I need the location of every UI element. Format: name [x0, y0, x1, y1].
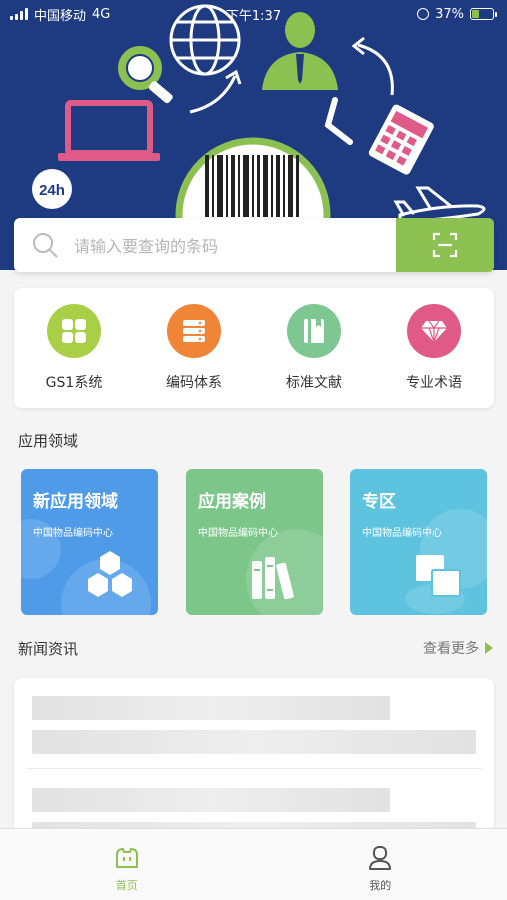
bottom-tab-bar: 首页 我的	[0, 828, 507, 900]
orientation-lock-icon	[417, 8, 430, 20]
signal-icon	[10, 8, 28, 20]
category-standard-docs[interactable]: 标准文献	[264, 304, 364, 392]
category-coding-system[interactable]: 编码体系	[144, 304, 244, 392]
category-label: 标准文献	[286, 375, 342, 391]
tile-subtitle: 中国物品编码中心	[362, 528, 442, 539]
tile-subtitle: 中国物品编码中心	[33, 528, 113, 539]
laptop-icon	[58, 100, 160, 161]
category-menu: GS1系统 编码体系 标准文献 专业术语	[14, 288, 494, 408]
skeleton-line	[32, 788, 390, 812]
book-icon	[287, 304, 341, 358]
tab-home[interactable]: 首页	[0, 829, 254, 900]
view-more-label: 查看更多	[423, 641, 479, 657]
network-label: 4G	[92, 6, 111, 22]
svg-text:24h: 24h	[39, 182, 65, 199]
status-time: 下午1:37	[225, 8, 282, 24]
carrier-label: 中国移动	[34, 8, 87, 24]
grid-icon	[47, 304, 101, 358]
calculator-icon	[368, 104, 434, 175]
tile-application-cases[interactable]: 应用案例 中国物品编码中心	[186, 469, 323, 615]
magnifier-icon	[118, 46, 173, 104]
view-more-link[interactable]: 查看更多	[423, 638, 493, 658]
overlap-squares-icon	[416, 555, 461, 597]
tile-title: 新应用领域	[33, 492, 118, 512]
search-input[interactable]: 请输入要查询的条码	[74, 233, 396, 257]
app-section-title: 应用领域	[18, 432, 79, 450]
user-icon	[369, 846, 392, 870]
battery-icon	[470, 8, 497, 20]
skeleton-line	[32, 696, 390, 720]
tab-label: 首页	[115, 879, 138, 892]
badge-24h-icon: 24h	[32, 169, 72, 209]
search-icon	[33, 233, 58, 258]
books-icon	[252, 557, 294, 600]
battery-percent: 37%	[435, 6, 464, 22]
tile-new-application[interactable]: 新应用领域 中国物品编码中心	[21, 469, 158, 615]
home-icon	[115, 848, 138, 868]
arrow-right-icon	[485, 642, 493, 654]
barcode-search-bar[interactable]: 请输入要查询的条码	[14, 218, 494, 272]
tab-label: 我的	[369, 879, 392, 892]
news-list-placeholder	[14, 678, 494, 838]
tile-subtitle: 中国物品编码中心	[198, 528, 278, 539]
tab-profile[interactable]: 我的	[254, 829, 507, 900]
airplane-icon	[393, 186, 486, 224]
category-label: 专业术语	[406, 375, 462, 391]
news-section-title: 新闻资讯	[18, 640, 79, 658]
category-label: 编码体系	[166, 375, 222, 391]
category-gs1-system[interactable]: GS1系统	[24, 304, 124, 392]
arrow-icon	[189, 75, 237, 114]
scan-button[interactable]	[396, 218, 494, 272]
status-bar: 中国移动 4G 下午1:37 37%	[0, 0, 507, 28]
stack-icon	[167, 304, 221, 358]
divider	[26, 768, 482, 769]
category-terminology[interactable]: 专业术语	[384, 304, 484, 392]
tile-title: 应用案例	[198, 492, 266, 512]
scan-icon	[432, 232, 458, 258]
skeleton-line	[32, 730, 476, 754]
hexagons-icon	[88, 551, 132, 597]
category-label: GS1系统	[45, 375, 103, 391]
tile-title: 专区	[362, 492, 396, 512]
diamond-icon	[407, 304, 461, 358]
tile-special-zone[interactable]: 专区 中国物品编码中心	[350, 469, 487, 615]
